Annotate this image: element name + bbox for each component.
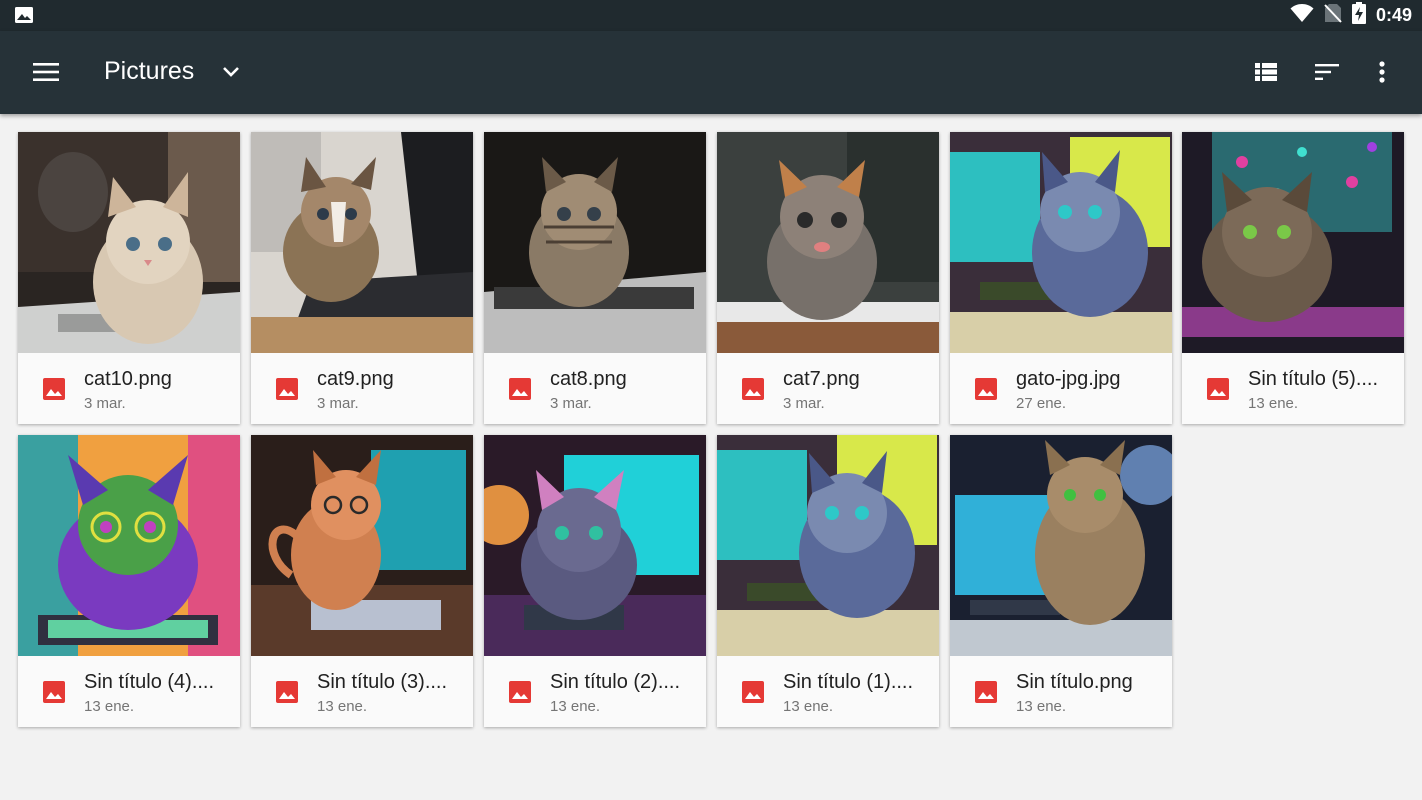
file-card[interactable]: cat9.png 3 mar. [251,132,473,424]
file-card[interactable]: gato-jpg.jpg 27 ene. [950,132,1172,424]
file-name: cat8.png [550,368,627,390]
chevron-down-icon[interactable] [218,59,244,85]
file-name: cat9.png [317,368,394,390]
image-thumbnail [484,132,706,353]
file-card[interactable]: Sin título.png 13 ene. [950,435,1172,727]
no-sim-icon [1324,3,1342,28]
file-meta: Sin título (4).... 13 ene. [18,656,240,727]
sort-icon[interactable] [1303,48,1351,96]
file-date: 13 ene. [783,698,834,715]
list-view-icon[interactable] [1242,48,1290,96]
image-thumbnail [251,435,473,656]
image-thumbnail [950,435,1172,656]
file-date: 27 ene. [1016,395,1067,412]
file-meta: Sin título (3).... 13 ene. [251,656,473,727]
image-thumbnail [950,132,1172,353]
file-meta: cat10.png 3 mar. [18,353,240,424]
file-card[interactable]: Sin título (5).... 13 ene. [1182,132,1404,424]
more-vert-icon[interactable] [1358,48,1406,96]
file-date: 13 ene. [1016,698,1067,715]
file-card[interactable]: Sin título (3).... 13 ene. [251,435,473,727]
file-date: 3 mar. [550,395,592,412]
image-file-icon [741,680,765,704]
image-thumbnail [18,132,240,353]
file-name: gato-jpg.jpg [1016,368,1121,390]
file-date: 3 mar. [317,395,359,412]
file-name: cat7.png [783,368,860,390]
file-date: 13 ene. [317,698,368,715]
image-file-icon [974,377,998,401]
image-file-icon [275,680,299,704]
file-date: 3 mar. [783,395,825,412]
image-thumbnail [18,435,240,656]
file-card[interactable]: cat8.png 3 mar. [484,132,706,424]
image-file-icon [508,680,532,704]
file-date: 13 ene. [550,698,601,715]
file-date: 13 ene. [1248,395,1299,412]
menu-icon[interactable] [22,48,70,96]
file-name: Sin título.png [1016,671,1133,693]
image-thumbnail [717,435,939,656]
image-file-icon [741,377,765,401]
image-thumbnail [717,132,939,353]
image-file-icon [42,377,66,401]
file-card[interactable]: Sin título (1).... 13 ene. [717,435,939,727]
image-file-icon [42,680,66,704]
image-file-icon [974,680,998,704]
file-meta: Sin título.png 13 ene. [950,656,1172,727]
image-file-icon [275,377,299,401]
file-name: Sin título (3).... [317,671,448,693]
image-thumbnail [484,435,706,656]
file-card[interactable]: Sin título (4).... 13 ene. [18,435,240,727]
clock: 0:49 [1375,5,1412,25]
file-name: Sin título (1).... [783,671,914,693]
file-meta: Sin título (1).... 13 ene. [717,656,939,727]
file-meta: gato-jpg.jpg 27 ene. [950,353,1172,424]
image-file-icon [1206,377,1230,401]
file-meta: cat9.png 3 mar. [251,353,473,424]
app-toolbar: Pictures [0,31,1422,114]
file-name: Sin título (5).... [1248,368,1379,390]
wifi-icon [1290,3,1314,28]
image-thumbnail [251,132,473,353]
image-thumbnail [1182,132,1404,353]
file-date: 3 mar. [84,395,126,412]
file-card[interactable]: Sin título (2).... 13 ene. [484,435,706,727]
image-file-icon [508,377,532,401]
file-name: Sin título (4).... [84,671,215,693]
file-date: 13 ene. [84,698,135,715]
file-meta: cat7.png 3 mar. [717,353,939,424]
battery-charging-icon [1351,2,1366,29]
status-bar: 0:49 [0,0,1422,31]
file-meta: Sin título (2).... 13 ene. [484,656,706,727]
file-name: Sin título (2).... [550,671,681,693]
file-meta: Sin título (5).... 13 ene. [1182,353,1404,424]
file-meta: cat8.png 3 mar. [484,353,706,424]
file-card[interactable]: cat10.png 3 mar. [18,132,240,424]
image-notification-icon [14,6,34,24]
page-title[interactable]: Pictures [104,57,194,86]
file-card[interactable]: cat7.png 3 mar. [717,132,939,424]
file-name: cat10.png [84,368,172,390]
